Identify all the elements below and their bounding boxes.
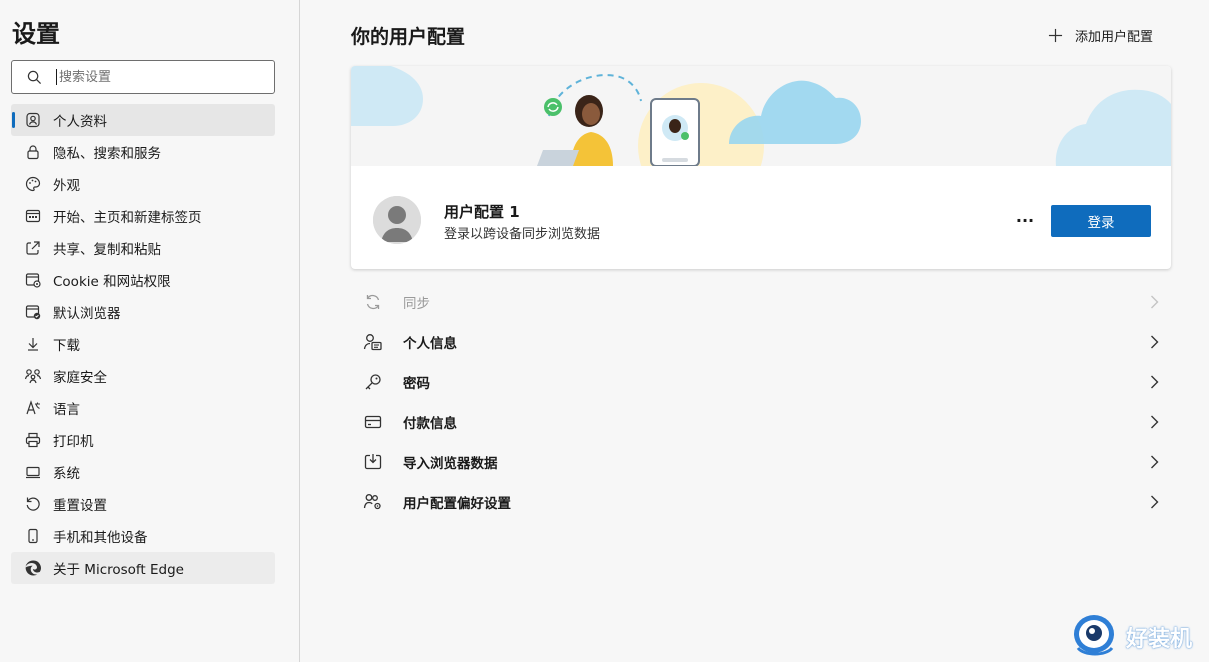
main-content: 你的用户配置 添加用户配置 用户配置 1 登录以跨设备同步浏览数据 ··· 登录… [301,0,1209,662]
settings-row-sync[interactable]: 同步 [351,282,1171,322]
chevron-right-icon [1147,334,1161,350]
site-permissions-icon [24,271,42,289]
sidebar-item-downloads[interactable]: 下载 [11,328,275,360]
card-icon [363,412,383,432]
edge-icon [24,559,42,577]
reset-icon [24,495,42,513]
watermark-logo-icon [1072,612,1120,662]
sidebar-item-label: 关于 Microsoft Edge [53,562,184,578]
family-icon [24,367,42,385]
profile-icon [24,111,42,129]
sync-icon [363,292,383,312]
watermark-text: 好装机 [1126,627,1193,652]
sidebar-item-privacy[interactable]: 隐私、搜索和服务 [11,136,275,168]
sidebar-item-label: 开始、主页和新建标签页 [53,210,202,226]
profile-name: 用户配置 1 [444,203,520,221]
sidebar-item-label: 共享、复制和粘贴 [53,242,161,258]
chevron-right-icon [1147,454,1161,470]
watermark: 好装机 [1072,612,1209,662]
settings-row-personal-info[interactable]: 个人信息 [351,322,1171,362]
page-title: 你的用户配置 [351,26,466,48]
avatar [373,196,421,244]
sidebar-item-share[interactable]: 共享、复制和粘贴 [11,232,275,264]
sidebar-item-label: 默认浏览器 [53,306,121,322]
chevron-right-icon [1147,294,1161,310]
phone-icon [24,527,42,545]
sidebar-item-label: 家庭安全 [53,370,107,386]
settings-row-passwords[interactable]: 密码 [351,362,1171,402]
import-icon [363,452,383,472]
sidebar-item-label: 打印机 [53,434,94,450]
search-icon [26,69,42,85]
more-options-button[interactable]: ··· [1011,208,1039,232]
add-profile-label: 添加用户配置 [1075,29,1154,45]
sidebar-item-about[interactable]: 关于 Microsoft Edge [11,552,275,584]
sidebar-item-printer[interactable]: 打印机 [11,424,275,456]
profile-subtitle: 登录以跨设备同步浏览数据 [444,227,601,242]
sidebar-item-appearance[interactable]: 外观 [11,168,275,200]
sidebar-item-profile[interactable]: 个人资料 [11,104,275,136]
sign-in-button[interactable]: 登录 [1051,205,1151,237]
settings-row-payment[interactable]: 付款信息 [351,402,1171,442]
language-icon [24,399,42,417]
sidebar-item-label: 手机和其他设备 [53,530,148,546]
lock-icon [24,143,42,161]
profile-card: 用户配置 1 登录以跨设备同步浏览数据 ··· 登录 [351,66,1171,269]
settings-row-label: 用户配置偏好设置 [403,496,511,512]
sidebar-item-reset[interactable]: 重置设置 [11,488,275,520]
chevron-right-icon [1147,414,1161,430]
sidebar-item-label: 下载 [53,338,80,354]
sidebar-item-language[interactable]: 语言 [11,392,275,424]
share-icon [24,239,42,257]
palette-icon [24,175,42,193]
add-profile-button[interactable]: 添加用户配置 [1047,24,1153,46]
sidebar-item-phone[interactable]: 手机和其他设备 [11,520,275,552]
sidebar-item-start[interactable]: 开始、主页和新建标签页 [11,200,275,232]
settings-row-label: 付款信息 [403,416,457,432]
printer-icon [24,431,42,449]
sidebar-item-label: 语言 [53,402,80,418]
key-icon [363,372,383,392]
personal-info-icon [363,332,383,352]
settings-row-label: 个人信息 [403,336,457,352]
profile-settings-list: 同步 个人信息 密码 付款信息 导入浏览器数据 用户配置偏好设置 [351,282,1171,522]
start-page-icon [24,207,42,225]
settings-title: 设置 [12,20,60,48]
system-icon [24,463,42,481]
sidebar-item-system[interactable]: 系统 [11,456,275,488]
profile-banner-illustration [351,66,1171,209]
more-options-icon: ··· [1015,210,1035,230]
settings-row-label: 同步 [403,296,430,312]
sidebar-item-label: 个人资料 [53,114,107,130]
settings-row-import[interactable]: 导入浏览器数据 [351,442,1171,482]
search-box[interactable] [11,60,275,94]
sidebar-nav: 个人资料 隐私、搜索和服务 外观 开始、主页和新建标签页 共享、复制和粘贴 Co… [11,104,275,584]
sidebar-item-default-browser[interactable]: 默认浏览器 [11,296,275,328]
chevron-right-icon [1147,374,1161,390]
settings-row-label: 导入浏览器数据 [403,456,498,472]
sidebar-item-label: 隐私、搜索和服务 [53,146,161,162]
sidebar-item-label: 系统 [53,466,80,482]
default-browser-icon [24,303,42,321]
sidebar-item-label: 外观 [53,178,80,194]
sidebar: 设置 个人资料 隐私、搜索和服务 外观 开始、主页和新建标签页 共享、复制和粘贴 [0,0,300,662]
download-icon [24,335,42,353]
settings-row-profile-preferences[interactable]: 用户配置偏好设置 [351,482,1171,522]
settings-row-label: 密码 [403,376,430,392]
sidebar-item-cookies[interactable]: Cookie 和网站权限 [11,264,275,296]
sidebar-item-label: Cookie 和网站权限 [53,274,171,290]
search-input[interactable] [56,69,256,85]
sidebar-item-label: 重置设置 [53,498,107,514]
chevron-right-icon [1147,494,1161,510]
plus-icon [1047,27,1063,43]
sidebar-item-family[interactable]: 家庭安全 [11,360,275,392]
profile-prefs-icon [363,492,383,512]
